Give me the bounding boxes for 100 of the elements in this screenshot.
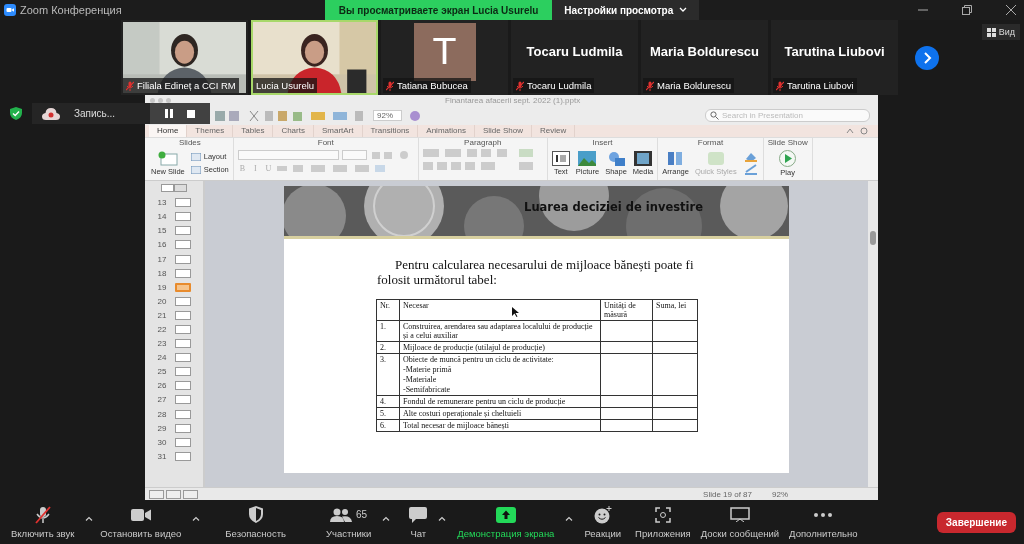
slide-preview[interactable] xyxy=(174,268,191,278)
slide-number: 13 xyxy=(157,198,168,208)
slide-preview[interactable] xyxy=(174,395,191,405)
ribbon-tab[interactable]: Review xyxy=(531,124,576,137)
slide-thumbnail[interactable]: 21 xyxy=(157,308,191,323)
slide-thumbnail[interactable]: 17 xyxy=(157,251,191,267)
fill-line-icon[interactable] xyxy=(742,150,759,177)
slide-thumbnail[interactable]: 27 xyxy=(157,392,191,407)
slide-thumbnail[interactable]: 18 xyxy=(157,266,191,281)
slide-thumbnail[interactable]: 30 xyxy=(157,435,191,450)
window-title: Zoom Конференция xyxy=(20,4,122,16)
slide-preview[interactable] xyxy=(174,451,191,461)
caret-icon xyxy=(85,515,94,521)
slide-preview[interactable] xyxy=(174,240,191,250)
ribbon-tab[interactable]: SmartArt xyxy=(313,124,363,137)
participant-name-label: Tocaru Ludmila xyxy=(527,80,592,91)
slide-thumbnail[interactable]: 19 xyxy=(157,280,191,295)
view-buttons-drawing[interactable] xyxy=(149,489,199,499)
slide-number: 17 xyxy=(157,254,168,264)
slide-preview[interactable] xyxy=(174,296,191,306)
close-icon[interactable] xyxy=(1006,5,1016,15)
slide-thumbnail[interactable]: 15 xyxy=(157,223,191,238)
slide-preview[interactable] xyxy=(174,437,191,447)
slide-thumbnail[interactable]: 14 xyxy=(157,209,191,224)
slide-thumbnail[interactable]: 25 xyxy=(157,364,191,379)
toolbar-button[interactable]: 65 Участники xyxy=(320,505,377,539)
slide-preview[interactable] xyxy=(174,226,191,236)
ribbon-tab[interactable]: Slide Show xyxy=(474,124,532,137)
toolbar-button[interactable]: Остановить видео xyxy=(95,505,187,539)
slide-number: 20 xyxy=(157,296,168,306)
slide-thumbnail[interactable]: 29 xyxy=(157,421,191,436)
toolbar-button[interactable]: Дополнительно xyxy=(784,505,863,539)
slide-preview[interactable] xyxy=(174,381,191,391)
slide-preview[interactable] xyxy=(174,324,191,334)
toolbar-button[interactable]: Демонстрация экрана xyxy=(452,505,560,539)
slide-preview[interactable] xyxy=(174,353,191,363)
ribbon-tab[interactable]: Home xyxy=(149,124,188,137)
slide-preview[interactable] xyxy=(174,310,191,320)
table-header: Unități de măsură xyxy=(600,299,653,321)
table-cell-line: -Materiale xyxy=(403,374,438,384)
slide-preview[interactable] xyxy=(174,198,191,208)
end-meeting-button[interactable]: Завершение xyxy=(936,511,1016,533)
caret-icon xyxy=(192,515,201,521)
play-icon xyxy=(779,149,797,167)
ribbon-tab[interactable]: Transitions xyxy=(362,124,419,137)
view-options-button[interactable]: Настройки просмотра xyxy=(552,0,700,20)
slide-thumbnail[interactable]: 24 xyxy=(157,350,191,365)
toolbar-button[interactable]: Чат xyxy=(404,505,433,539)
slide-thumbnail[interactable]: 26 xyxy=(157,378,191,393)
next-page-icon[interactable] xyxy=(915,45,939,70)
table-cell: 1. xyxy=(376,320,400,342)
restore-icon[interactable] xyxy=(962,5,972,15)
help-icon[interactable] xyxy=(410,110,420,121)
zoom-field[interactable]: 92% xyxy=(373,110,402,122)
share-banner: Вы просматриваете экран Lucia Usurelu xyxy=(324,0,553,20)
slide-preview[interactable] xyxy=(174,282,191,292)
slide-preview[interactable] xyxy=(174,212,191,222)
ribbon-tab[interactable]: Charts xyxy=(273,124,314,137)
toolbar-button[interactable]: Реакции xyxy=(579,505,627,539)
stop-icon[interactable] xyxy=(187,109,196,118)
slide-number: 23 xyxy=(157,339,168,349)
table-cell: 5. xyxy=(376,407,400,420)
participant-name: Tarutina Liubovi xyxy=(784,44,885,59)
scrollbar-thumb[interactable] xyxy=(870,230,876,245)
slide-number: 22 xyxy=(157,324,168,334)
table-cell: 6. xyxy=(376,419,400,432)
pause-icon[interactable] xyxy=(164,109,173,118)
slide-number: 27 xyxy=(157,395,168,405)
slide-thumbnail[interactable]: 16 xyxy=(157,237,191,252)
caret-icon xyxy=(438,515,447,521)
slide-thumbnail[interactable]: 13 xyxy=(157,195,191,210)
participant-name-label: Filiala Edineț a CCI RM xyxy=(137,80,236,91)
ribbon-tab[interactable]: Tables xyxy=(233,124,274,137)
table-cell-line: -Materie primă xyxy=(403,364,453,374)
view-toggle-icon[interactable] xyxy=(161,183,187,192)
slide-number: 24 xyxy=(157,353,168,363)
slide-thumbnail[interactable]: 28 xyxy=(157,407,191,422)
slide-thumbnail[interactable]: 31 xyxy=(157,449,191,464)
view-button[interactable]: Вид xyxy=(981,24,1020,40)
slide-preview[interactable] xyxy=(174,339,191,349)
toolbar-button[interactable]: Приложения xyxy=(630,505,696,539)
toolbar-button[interactable]: Включить звук xyxy=(6,505,80,539)
slide-preview[interactable] xyxy=(174,367,191,377)
table-cell: 3. xyxy=(376,353,400,396)
slide-thumbnail[interactable]: 22 xyxy=(157,322,191,337)
slide-preview[interactable] xyxy=(174,254,191,264)
zoom-logo-icon xyxy=(4,4,16,16)
slide-number: 14 xyxy=(157,212,168,222)
slide-thumbnail[interactable]: 23 xyxy=(157,336,191,351)
slide-number: 18 xyxy=(157,268,168,278)
toolbar-button[interactable]: Безопасность xyxy=(220,505,291,539)
slide-thumbnail[interactable]: 20 xyxy=(157,294,191,309)
ribbon-tab[interactable]: Animations xyxy=(418,124,475,137)
slide-preview[interactable] xyxy=(174,409,191,419)
mouse-cursor-icon xyxy=(512,306,519,317)
apps-icon xyxy=(654,506,671,523)
toolbar-button[interactable]: Доски сообщений xyxy=(695,505,785,539)
table-cell: 4. xyxy=(376,395,400,408)
table-cell: 2. xyxy=(376,341,400,354)
slide-preview[interactable] xyxy=(174,423,191,433)
